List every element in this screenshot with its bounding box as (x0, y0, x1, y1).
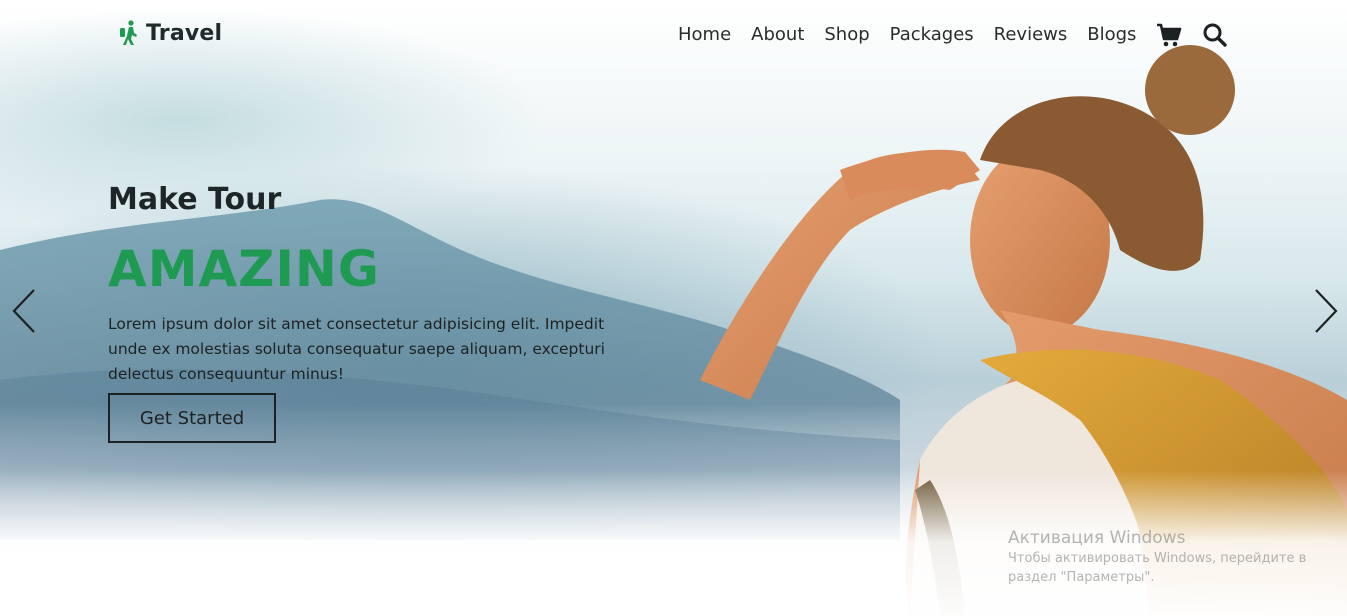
watermark-line: Чтобы активировать Windows, перейдите в (1008, 551, 1307, 566)
nav-packages[interactable]: Packages (890, 23, 974, 47)
watermark-title: Активация Windows (1008, 528, 1186, 548)
nav-reviews[interactable]: Reviews (994, 23, 1068, 47)
nav-shop[interactable]: Shop (824, 23, 869, 47)
hiker-icon (120, 20, 137, 45)
brand-name: Travel (146, 20, 223, 46)
hero-description: Lorem ipsum dolor sit amet consectetur a… (108, 315, 605, 383)
windows-activation-watermark: Активация Windows Чтобы активировать Win… (1008, 527, 1306, 587)
main-nav: Home About Shop Packages Reviews Blogs (678, 22, 1228, 48)
brand-logo[interactable]: Travel (118, 20, 222, 46)
nav-home[interactable]: Home (678, 23, 731, 47)
hero-background (0, 0, 1347, 616)
hero-title: AMAZING (108, 240, 380, 298)
nav-about[interactable]: About (751, 23, 804, 47)
chevron-left-icon[interactable] (10, 288, 38, 334)
search-icon[interactable] (1202, 22, 1228, 48)
chevron-right-icon[interactable] (1312, 288, 1340, 334)
watermark-line: раздел "Параметры". (1008, 570, 1155, 585)
hero-subtitle: Make Tour (108, 182, 282, 217)
get-started-button[interactable]: Get Started (108, 393, 276, 443)
cart-icon[interactable] (1156, 22, 1182, 48)
nav-blogs[interactable]: Blogs (1087, 23, 1136, 47)
